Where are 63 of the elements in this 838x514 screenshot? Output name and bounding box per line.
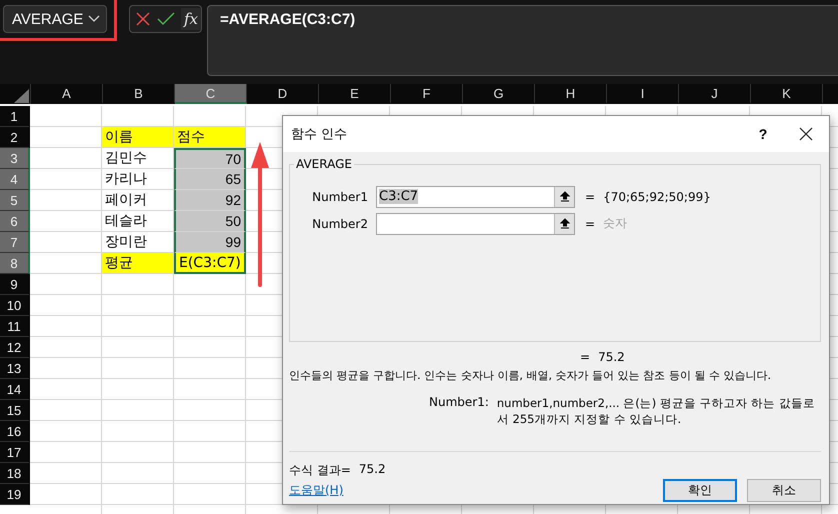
table-cell: 50 [174, 211, 246, 232]
row-header[interactable]: 18 [0, 463, 30, 484]
row-header[interactable]: 10 [0, 295, 30, 316]
table-cell: 92 [174, 190, 246, 211]
equals-sign: = [585, 216, 596, 230]
row-header[interactable]: 13 [0, 358, 30, 379]
argument-field[interactable]: C3:C7 [376, 186, 575, 208]
table-cell: 이름 [102, 127, 174, 148]
equals-sign: = [580, 350, 590, 364]
row-header[interactable]: 3 [0, 148, 30, 169]
table-cell: 점수 [174, 127, 246, 148]
argument-result: 숫자 [603, 215, 628, 232]
row-header[interactable]: 15 [0, 400, 30, 421]
table-cell: 99 [174, 232, 246, 253]
row-header[interactable]: 12 [0, 337, 30, 358]
row-header[interactable]: 2 [0, 127, 30, 148]
argument-help-text: number1,number2,... 은(는) 평균을 구하고자 하는 값들로서 255개까지 지정할 수 있습니다. [496, 395, 815, 427]
upload-arrow-icon [560, 191, 570, 202]
row-header[interactable]: 5 [0, 190, 30, 211]
argument-help-label: Number1: [429, 395, 489, 411]
row-header[interactable]: 4 [0, 169, 30, 190]
check-icon[interactable] [157, 11, 175, 27]
field-value: C3:C7 [379, 189, 418, 204]
formula-bar[interactable]: =AVERAGE(C3:C7) [207, 5, 838, 76]
formula-result-label: 수식 결과= [289, 462, 351, 479]
table-cell: 평균 [102, 253, 174, 274]
row-header[interactable]: 8 [0, 253, 30, 274]
chevron-icon [88, 15, 100, 23]
collapse-button[interactable] [554, 214, 574, 234]
row-header[interactable]: 7 [0, 232, 30, 253]
name-box[interactable]: AVERAGE [3, 5, 107, 33]
table-cell: 65 [174, 169, 246, 190]
help-link[interactable]: 도움말(H) [289, 482, 653, 499]
argument-label: Number2 [311, 216, 368, 230]
table-cell: E(C3:C7) [174, 253, 246, 274]
row-header[interactable]: 6 [0, 211, 30, 232]
argument-result: {70;65;92;50;99} [603, 190, 711, 204]
column-header[interactable]: C [175, 84, 247, 104]
group-label: AVERAGE [294, 157, 354, 171]
function-description: 인수들의 평균을 구합니다. 인수는 숫자나 이름, 배열, 숫자가 들어 있는 참조 등이 될 수 있습니다. [289, 368, 772, 383]
row-header[interactable]: 11 [0, 316, 30, 337]
insert-function-button[interactable]: fx [181, 8, 202, 30]
argument-field[interactable] [376, 212, 575, 234]
ok-button[interactable]: 확인 [663, 479, 737, 502]
dialog-title: 함수 인수 [291, 126, 348, 143]
cancel-icon[interactable] [135, 11, 151, 27]
row-header[interactable]: 14 [0, 379, 30, 400]
table-cell: 70 [174, 148, 246, 169]
cancel-button[interactable]: 취소 [747, 479, 821, 502]
close-icon [799, 127, 813, 141]
triangle-icon [12, 88, 30, 104]
result-value: 75.2 [598, 350, 625, 364]
argument-label: Number1 [311, 190, 368, 204]
equals-sign: = [585, 190, 596, 204]
formula-result-value: 75.2 [358, 462, 386, 478]
help-button[interactable]: ? [743, 116, 783, 152]
row-header[interactable]: 17 [0, 442, 30, 463]
row-header[interactable]: 1 [0, 106, 30, 127]
collapse-button[interactable] [554, 186, 574, 206]
row-header[interactable]: 16 [0, 421, 30, 442]
upload-arrow-icon [560, 218, 570, 229]
row-header[interactable]: 19 [0, 484, 30, 505]
row-header[interactable]: 9 [0, 274, 30, 295]
